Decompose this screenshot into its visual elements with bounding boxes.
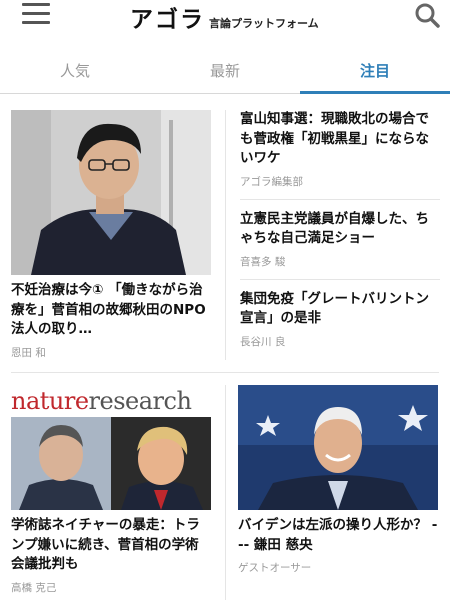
logo-main-text: アゴラ — [130, 6, 205, 33]
article-title[interactable]: 立憲民主党議員が自爆した、ちゃちな自己満足ショー — [240, 210, 440, 249]
list-item[interactable]: 立憲民主党議員が自爆した、ちゃちな自己満足ショー 音喜多 駿 — [240, 210, 440, 280]
list-item[interactable]: 富山知事選：現職敗北の場合でも菅政権「初戦黒星」にならないワケ アゴラ編集部 — [240, 110, 440, 200]
logo-sub-text: 言論プラットフォーム — [209, 17, 319, 30]
article-card-author: ゲストオーサー — [238, 562, 312, 575]
column-divider — [225, 385, 226, 600]
article-author: 音喜多 駿 — [240, 255, 286, 268]
section-divider — [11, 372, 439, 373]
tab-bar: 人気 最新 注目 — [0, 48, 450, 94]
tab-featured[interactable]: 注目 — [300, 48, 450, 94]
feature-article[interactable]: 不妊治療は今① 「働きながら治療を」菅首相の故郷秋田のNPO法人の取り… 恩田 … — [11, 110, 211, 360]
tab-latest[interactable]: 最新 — [150, 48, 300, 93]
banner-part-nature: nature — [11, 387, 89, 415]
article-author: 長谷川 良 — [240, 335, 286, 348]
article-title[interactable]: 集団免疫「グレートバリントン宣言」の是非 — [240, 290, 440, 329]
article-card[interactable]: バイデンは左派の操り人形か？ --- 鎌田 慈央 ゲストオーサー — [238, 385, 438, 575]
feature-article-author: 恩田 和 — [11, 346, 46, 359]
hamburger-menu-icon[interactable] — [22, 3, 50, 25]
article-card-author: 高橋 克己 — [11, 581, 57, 594]
article-card-image[interactable]: natureresearch — [11, 385, 211, 510]
column-divider — [225, 110, 226, 360]
nature-research-banner: natureresearch — [11, 385, 211, 417]
feature-article-image[interactable] — [11, 110, 211, 275]
site-logo[interactable]: アゴラ 言論プラットフォーム — [130, 0, 319, 34]
tab-popular[interactable]: 人気 — [0, 48, 150, 93]
list-item[interactable]: 集団免疫「グレートバリントン宣言」の是非 長谷川 良 — [240, 290, 440, 359]
article-title[interactable]: 富山知事選：現職敗北の場合でも菅政権「初戦黒星」にならないワケ — [240, 110, 440, 169]
article-card[interactable]: natureresearch 学術誌ネイチャーの暴走：トランプ嫌いに続き、菅首相… — [11, 385, 211, 595]
search-icon[interactable] — [414, 2, 440, 28]
side-article-list: 富山知事選：現職敗北の場合でも菅政権「初戦黒星」にならないワケ アゴラ編集部 立… — [240, 110, 440, 369]
article-card-title[interactable]: 学術誌ネイチャーの暴走：トランプ嫌いに続き、菅首相の学術会議批判も — [11, 516, 211, 575]
banner-part-research: research — [88, 387, 192, 415]
article-card-image[interactable] — [238, 385, 438, 510]
article-card-title[interactable]: バイデンは左派の操り人形か？ --- 鎌田 慈央 — [238, 516, 438, 555]
app-header: アゴラ 言論プラットフォーム — [0, 0, 450, 46]
article-author: アゴラ編集部 — [240, 175, 303, 188]
feature-article-title[interactable]: 不妊治療は今① 「働きながら治療を」菅首相の故郷秋田のNPO法人の取り… — [11, 281, 211, 340]
